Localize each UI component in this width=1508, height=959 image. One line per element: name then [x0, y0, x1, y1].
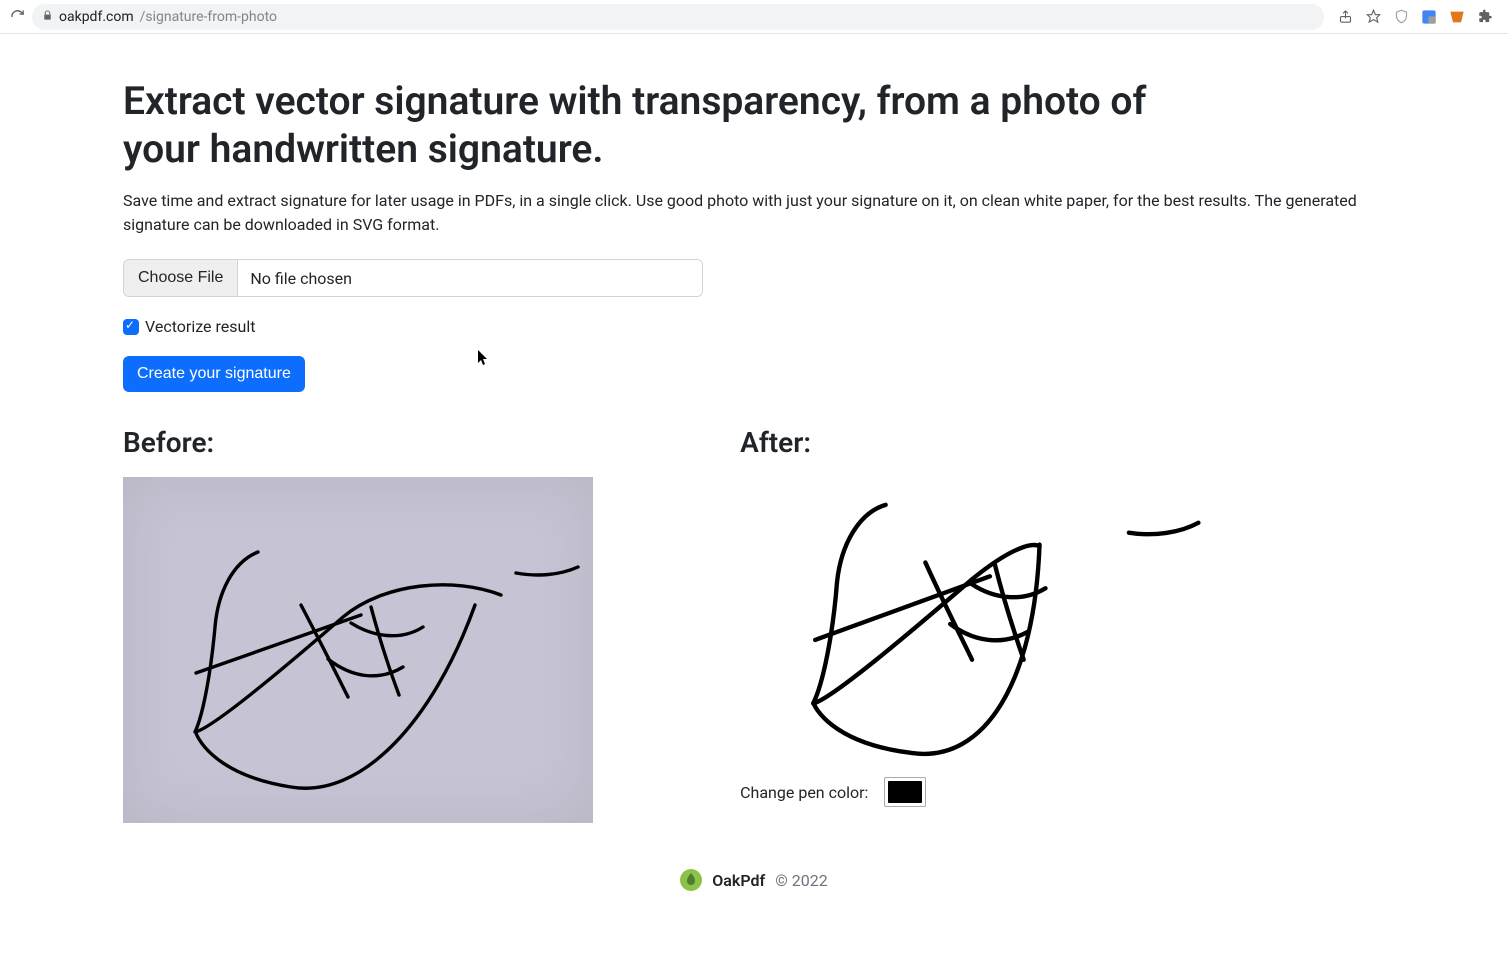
footer-brand[interactable]: OakPdf	[712, 871, 765, 890]
extension-metamask-icon[interactable]	[1448, 8, 1466, 26]
create-signature-button[interactable]: Create your signature	[123, 356, 305, 392]
after-panel: After:	[740, 426, 1333, 823]
before-image	[123, 477, 593, 823]
omnibox[interactable]: oakpdf.com/signature-from-photo	[32, 4, 1324, 30]
page-title: Extract vector signature with transparen…	[123, 78, 1223, 173]
shield-icon[interactable]	[1392, 8, 1410, 26]
pen-color-label: Change pen color:	[740, 783, 868, 802]
pen-color-input[interactable]	[884, 777, 926, 807]
pen-color-swatch-inner	[888, 781, 922, 803]
footer-copyright: © 2022	[775, 871, 828, 890]
file-status-label: No file chosen	[238, 260, 702, 296]
after-image	[740, 477, 1210, 763]
url-domain: oakpdf.com	[59, 9, 134, 25]
choose-file-button[interactable]: Choose File	[124, 260, 238, 296]
intro-text: Save time and extract signature for late…	[123, 189, 1383, 237]
vectorize-checkbox[interactable]	[123, 319, 139, 335]
before-panel: Before:	[123, 426, 716, 823]
before-heading: Before:	[123, 426, 716, 459]
file-input[interactable]: Choose File No file chosen	[123, 259, 703, 297]
bookmark-star-icon[interactable]	[1364, 8, 1382, 26]
after-heading: After:	[740, 426, 1333, 459]
footer: OakPdf © 2022	[123, 869, 1385, 891]
oakpdf-logo-icon	[680, 869, 702, 891]
extensions-puzzle-icon[interactable]	[1476, 8, 1494, 26]
extension-translate-icon[interactable]	[1420, 8, 1438, 26]
lock-icon	[42, 10, 53, 24]
share-icon[interactable]	[1336, 8, 1354, 26]
main-content: Extract vector signature with transparen…	[109, 34, 1399, 931]
url-path: /signature-from-photo	[140, 9, 277, 25]
browser-right-icons	[1330, 8, 1500, 26]
vectorize-label[interactable]: Vectorize result	[145, 317, 255, 336]
reload-icon[interactable]	[8, 8, 26, 26]
browser-chrome-bar: oakpdf.com/signature-from-photo	[0, 0, 1508, 34]
